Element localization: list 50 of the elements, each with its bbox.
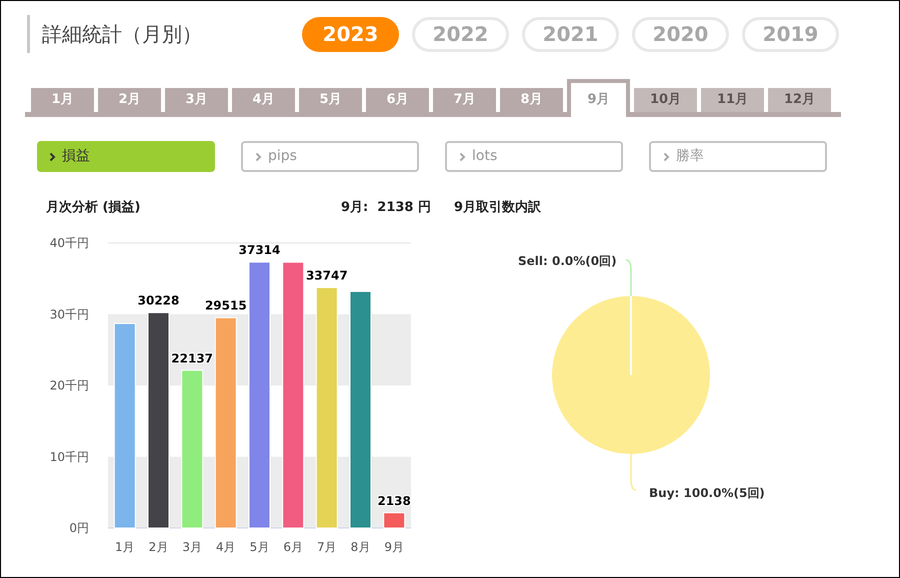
leader-line: [626, 259, 632, 296]
axis-tick-label: 30千円: [50, 307, 89, 322]
page-title: 詳細統計（月別）: [42, 21, 203, 48]
axis-category-label: 1月: [115, 540, 135, 554]
axis-category-label: 4月: [216, 540, 236, 554]
axis-category-label: 5月: [250, 540, 270, 554]
axis-category-label: 6月: [283, 540, 303, 554]
month-tab[interactable]: 2月: [98, 88, 161, 112]
bar-value-label: 37314: [238, 243, 280, 258]
bar-value-label: 22137: [171, 351, 214, 366]
month-tab[interactable]: 8月: [500, 88, 563, 112]
year-tab[interactable]: 2020: [632, 16, 729, 52]
monthly-total: 9月: 2138 円: [340, 199, 431, 218]
year-tab[interactable]: 2022: [412, 16, 509, 52]
month-tab[interactable]: 3月: [165, 88, 228, 112]
axis-tick-label: 40千円: [50, 236, 89, 250]
axis-category-label: 3月: [182, 540, 202, 554]
axis-tick-label: 0円: [69, 521, 89, 535]
metric-button[interactable]: pips: [241, 141, 419, 172]
axis-category-label: 9月: [384, 540, 404, 554]
year-tab[interactable]: 2021: [522, 16, 619, 52]
chart-title: 月次分析 (損益): [46, 199, 140, 218]
axis-category-label: 2月: [148, 540, 168, 554]
chevron-icon: [255, 152, 262, 162]
metric-button[interactable]: 勝率: [649, 141, 827, 172]
axis-category-label: 7月: [317, 540, 337, 554]
pie-data-label: Buy: 100.0%(5回): [649, 486, 765, 500]
chart-title: 9月取引数内訳: [454, 199, 542, 217]
chevron-icon: [663, 152, 670, 162]
month-tab[interactable]: 7月: [433, 88, 496, 112]
month-tab[interactable]: 1月: [31, 88, 94, 112]
axis-category-label: 8月: [350, 540, 370, 554]
bar-value-label: 29515: [204, 298, 247, 313]
month-tab[interactable]: 6月: [366, 88, 429, 112]
axis-tick-label: 10千円: [50, 450, 89, 464]
bar-value-label: 30228: [138, 294, 180, 308]
month-tab[interactable]: 4月: [232, 88, 295, 112]
leader-line: [630, 454, 636, 491]
axis-tick-label: 20千円: [50, 378, 89, 392]
bar-value-label: 2138: [377, 494, 411, 508]
metric-button[interactable]: 損益: [37, 141, 215, 172]
month-tab[interactable]: 5月: [299, 88, 362, 112]
year-tab[interactable]: 2019: [742, 16, 839, 52]
month-tab[interactable]: 9月: [567, 79, 630, 117]
pie-data-label: Sell: 0.0%(0回): [518, 254, 617, 268]
chevron-icon: [49, 152, 56, 162]
chevron-icon: [459, 152, 466, 162]
bar-value-label: 33747: [306, 268, 348, 283]
metric-button[interactable]: lots: [445, 141, 623, 172]
year-tab[interactable]: 2023: [302, 16, 399, 52]
